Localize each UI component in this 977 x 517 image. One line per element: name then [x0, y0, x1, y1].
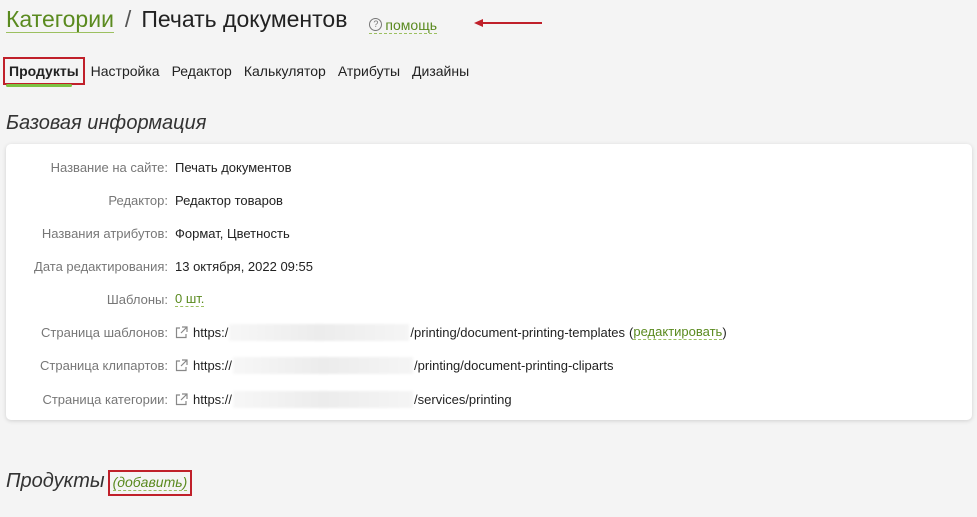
url-suffix[interactable]: /printing/document-printing-templates — [410, 325, 625, 340]
active-tab-indicator — [6, 84, 72, 87]
info-label: Дата редактирования: — [34, 258, 168, 274]
external-link-icon[interactable] — [175, 325, 188, 339]
tab-bar: Продукты Настройка Редактор Калькулятор … — [3, 57, 475, 85]
info-row-templates-page: Страница шаблонов: https:/ /printing/doc… — [6, 322, 727, 342]
info-label: Страница клипартов: — [40, 357, 168, 373]
templates-count-link[interactable]: 0 шт. — [175, 291, 205, 307]
url-prefix[interactable]: https:// — [193, 358, 232, 373]
annotation-arrow-icon — [474, 19, 542, 27]
info-row-templates: Шаблоны: 0 шт. — [6, 289, 205, 309]
help-label: помощь — [385, 16, 438, 33]
base-info-title: Базовая информация — [6, 112, 207, 134]
redacted-domain — [233, 356, 414, 374]
info-label: Страница категории: — [42, 391, 168, 407]
base-info-card: Название на сайте: Печать документов Ред… — [6, 144, 972, 420]
page-header: Категории / Печать документов ? помощь — [6, 6, 438, 40]
info-label: Название на сайте: — [50, 159, 168, 175]
tab-editor[interactable]: Редактор — [166, 61, 238, 81]
help-icon: ? — [369, 18, 383, 31]
add-product-button[interactable]: (добавить) — [107, 470, 193, 496]
external-link-icon[interactable] — [175, 392, 188, 406]
tab-designs[interactable]: Дизайны — [406, 61, 475, 81]
breadcrumb-categories-link[interactable]: Категории — [6, 6, 114, 33]
info-label: Названия атрибутов: — [41, 225, 168, 241]
info-row-site-name: Название на сайте: Печать документов — [6, 157, 292, 177]
info-label: Редактор: — [108, 192, 168, 208]
add-product-label: (добавить) — [112, 474, 188, 491]
redacted-domain — [233, 390, 414, 408]
help-link[interactable]: ? помощь — [369, 16, 438, 34]
info-value: Печать документов — [175, 159, 292, 175]
info-label: Страница шаблонов: — [41, 324, 168, 340]
info-value: 13 октября, 2022 09:55 — [175, 258, 313, 274]
redacted-domain — [229, 323, 410, 341]
tab-settings[interactable]: Настройка — [85, 61, 166, 81]
info-row-category-page: Страница категории: https:// /services/p… — [6, 389, 512, 409]
breadcrumb-separator: / — [124, 6, 132, 32]
page-title: Печать документов — [141, 6, 348, 32]
edit-link[interactable]: редактировать — [633, 324, 723, 340]
info-value: Редактор товаров — [175, 192, 283, 208]
tab-calculator[interactable]: Калькулятор — [238, 61, 332, 81]
info-row-editor: Редактор: Редактор товаров — [6, 190, 283, 210]
external-link-icon[interactable] — [175, 358, 188, 372]
info-row-attribute-names: Названия атрибутов: Формат, Цветность — [6, 223, 290, 243]
tab-attributes[interactable]: Атрибуты — [332, 61, 406, 81]
url-suffix[interactable]: /printing/document-printing-cliparts — [414, 358, 613, 373]
products-title: Продукты — [6, 470, 105, 492]
url-prefix[interactable]: https:// — [193, 392, 232, 407]
products-section-header: Продукты (добавить) — [6, 470, 193, 496]
info-row-edit-date: Дата редактирования: 13 октября, 2022 09… — [6, 256, 313, 276]
info-value: Формат, Цветность — [175, 225, 290, 241]
edit-paren-close: ) — [722, 324, 727, 340]
tab-products[interactable]: Продукты — [3, 57, 85, 85]
url-suffix[interactable]: /services/printing — [414, 392, 512, 407]
info-row-cliparts-page: Страница клипартов: https:// /printing/d… — [6, 355, 613, 375]
url-prefix[interactable]: https:/ — [193, 325, 228, 340]
info-label: Шаблоны: — [106, 291, 168, 307]
